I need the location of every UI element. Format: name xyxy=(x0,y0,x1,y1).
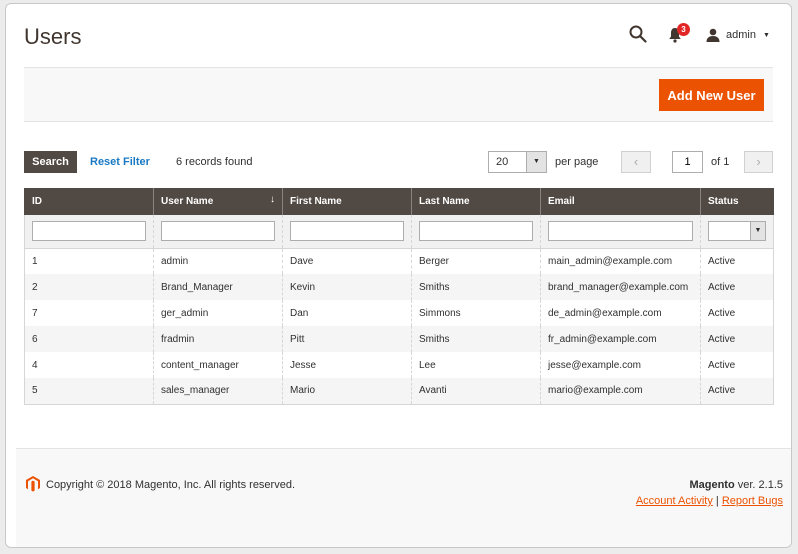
table-cell: Active xyxy=(700,378,774,405)
per-page-value: 20 xyxy=(496,156,509,168)
table-row[interactable]: 6 fradmin Pitt Smiths fr_admin@example.com Ac… xyxy=(24,326,774,352)
table-cell: Simmons xyxy=(411,300,541,326)
table-cell: mario@example.com xyxy=(540,378,701,405)
table-cell: Active xyxy=(700,248,774,274)
table-cell: Dan xyxy=(282,300,412,326)
table-cell: Active xyxy=(700,274,774,300)
magento-logo-icon xyxy=(26,476,40,492)
table-cell: Active xyxy=(700,326,774,352)
chevron-right-icon: › xyxy=(756,154,761,169)
previous-page-button[interactable]: ‹ xyxy=(621,151,651,173)
chevron-down-icon: ▼ xyxy=(750,222,765,241)
table-row[interactable]: 5 sales_manager Mario Avanti mario@example.c… xyxy=(24,378,774,405)
account-activity-link[interactable]: Account Activity xyxy=(636,495,713,507)
table-cell: Mario xyxy=(282,378,412,405)
page-actions-bar: Add New User xyxy=(24,67,773,122)
table-cell: Smiths xyxy=(411,326,541,352)
table-cell: Avanti xyxy=(411,378,541,405)
table-row[interactable]: 7 ger_admin Dan Simmons de_admin@example.com… xyxy=(24,300,774,326)
grid-header-row: ID User Name ↓ First Name Last Name Email… xyxy=(24,188,774,215)
filter-user-name-input[interactable] xyxy=(161,221,275,242)
brand-name: Magento xyxy=(689,479,735,491)
table-cell: 6 xyxy=(24,326,154,352)
current-page-input[interactable] xyxy=(672,151,703,173)
records-found-count: 6 records found xyxy=(176,156,253,168)
table-cell: Brand_Manager xyxy=(153,274,283,300)
table-cell: Lee xyxy=(411,352,541,378)
filter-status-select[interactable]: ▼ xyxy=(708,221,766,242)
column-header-first-name[interactable]: First Name xyxy=(282,188,412,215)
filter-last-name-input[interactable] xyxy=(419,221,533,242)
grid-body: 1 admin Dave Berger main_admin@example.com Ac… xyxy=(24,248,774,405)
users-grid: ID User Name ↓ First Name Last Name Email… xyxy=(24,188,774,405)
report-bugs-link[interactable]: Report Bugs xyxy=(722,495,783,507)
page-title: Users xyxy=(24,24,82,49)
total-pages-label: of 1 xyxy=(711,156,730,168)
table-cell: sales_manager xyxy=(153,378,283,405)
user-name: admin xyxy=(726,29,756,41)
table-cell: admin xyxy=(153,248,283,274)
copyright-text: Copyright © 2018 Magento, Inc. All right… xyxy=(46,479,296,491)
grid-toolbar: Search Reset Filter 6 records found 20 ▼… xyxy=(24,151,773,173)
table-cell: Active xyxy=(700,352,774,378)
table-cell: content_manager xyxy=(153,352,283,378)
notifications-button[interactable]: 3 xyxy=(668,23,690,44)
column-header-status[interactable]: Status xyxy=(700,188,774,215)
filter-first-name-input[interactable] xyxy=(290,221,404,242)
version-number: ver. 2.1.5 xyxy=(734,479,783,491)
reset-filter-link[interactable]: Reset Filter xyxy=(90,156,150,168)
table-cell: 5 xyxy=(24,378,154,405)
filter-email-input[interactable] xyxy=(548,221,693,242)
link-separator: | xyxy=(715,495,719,507)
search-icon[interactable] xyxy=(629,25,647,43)
table-cell: Smiths xyxy=(411,274,541,300)
table-cell: Active xyxy=(700,300,774,326)
page-footer: Copyright © 2018 Magento, Inc. All right… xyxy=(16,448,791,547)
column-header-last-name[interactable]: Last Name xyxy=(411,188,541,215)
table-cell: de_admin@example.com xyxy=(540,300,701,326)
table-cell: Jesse xyxy=(282,352,412,378)
table-cell: Pitt xyxy=(282,326,412,352)
filter-id-input[interactable] xyxy=(32,221,146,242)
column-header-email[interactable]: Email xyxy=(540,188,701,215)
table-cell: fr_admin@example.com xyxy=(540,326,701,352)
table-cell: Dave xyxy=(282,248,412,274)
per-page-label: per page xyxy=(555,156,599,168)
table-cell: jesse@example.com xyxy=(540,352,701,378)
admin-window: Users 3 admin ▼ Add New User Search Rese… xyxy=(5,3,792,548)
table-cell: ger_admin xyxy=(153,300,283,326)
sort-arrow-icon: ↓ xyxy=(270,194,275,205)
table-cell: 7 xyxy=(24,300,154,326)
version-info: Magento ver. 2.1.5 xyxy=(689,479,783,491)
grid-filter-row: ▼ xyxy=(24,215,774,249)
search-button[interactable]: Search xyxy=(24,151,77,173)
column-header-label: User Name xyxy=(161,196,214,207)
table-row[interactable]: 2 Brand_Manager Kevin Smiths brand_manager@e… xyxy=(24,274,774,300)
footer-links: Account Activity | Report Bugs xyxy=(636,495,783,507)
user-icon xyxy=(706,28,720,42)
table-cell: brand_manager@example.com xyxy=(540,274,701,300)
chevron-left-icon: ‹ xyxy=(633,154,639,169)
table-row[interactable]: 4 content_manager Jesse Lee jesse@example.co… xyxy=(24,352,774,378)
table-cell: Berger xyxy=(411,248,541,274)
chevron-down-icon: ▼ xyxy=(526,152,546,172)
column-header-id[interactable]: ID xyxy=(24,188,154,215)
column-header-user-name[interactable]: User Name ↓ xyxy=(153,188,283,215)
table-cell: main_admin@example.com xyxy=(540,248,701,274)
table-cell: fradmin xyxy=(153,326,283,352)
table-cell: Kevin xyxy=(282,274,412,300)
table-cell: 2 xyxy=(24,274,154,300)
next-page-button[interactable]: › xyxy=(744,151,773,173)
table-cell: 1 xyxy=(24,248,154,274)
per-page-select[interactable]: 20 ▼ xyxy=(488,151,547,173)
notification-count-badge: 3 xyxy=(677,23,690,36)
table-cell: 4 xyxy=(24,352,154,378)
user-account-menu[interactable]: admin ▼ xyxy=(706,26,770,44)
table-row[interactable]: 1 admin Dave Berger main_admin@example.com Ac… xyxy=(24,248,774,274)
chevron-down-icon: ▼ xyxy=(762,31,770,39)
add-new-user-button[interactable]: Add New User xyxy=(659,79,764,111)
